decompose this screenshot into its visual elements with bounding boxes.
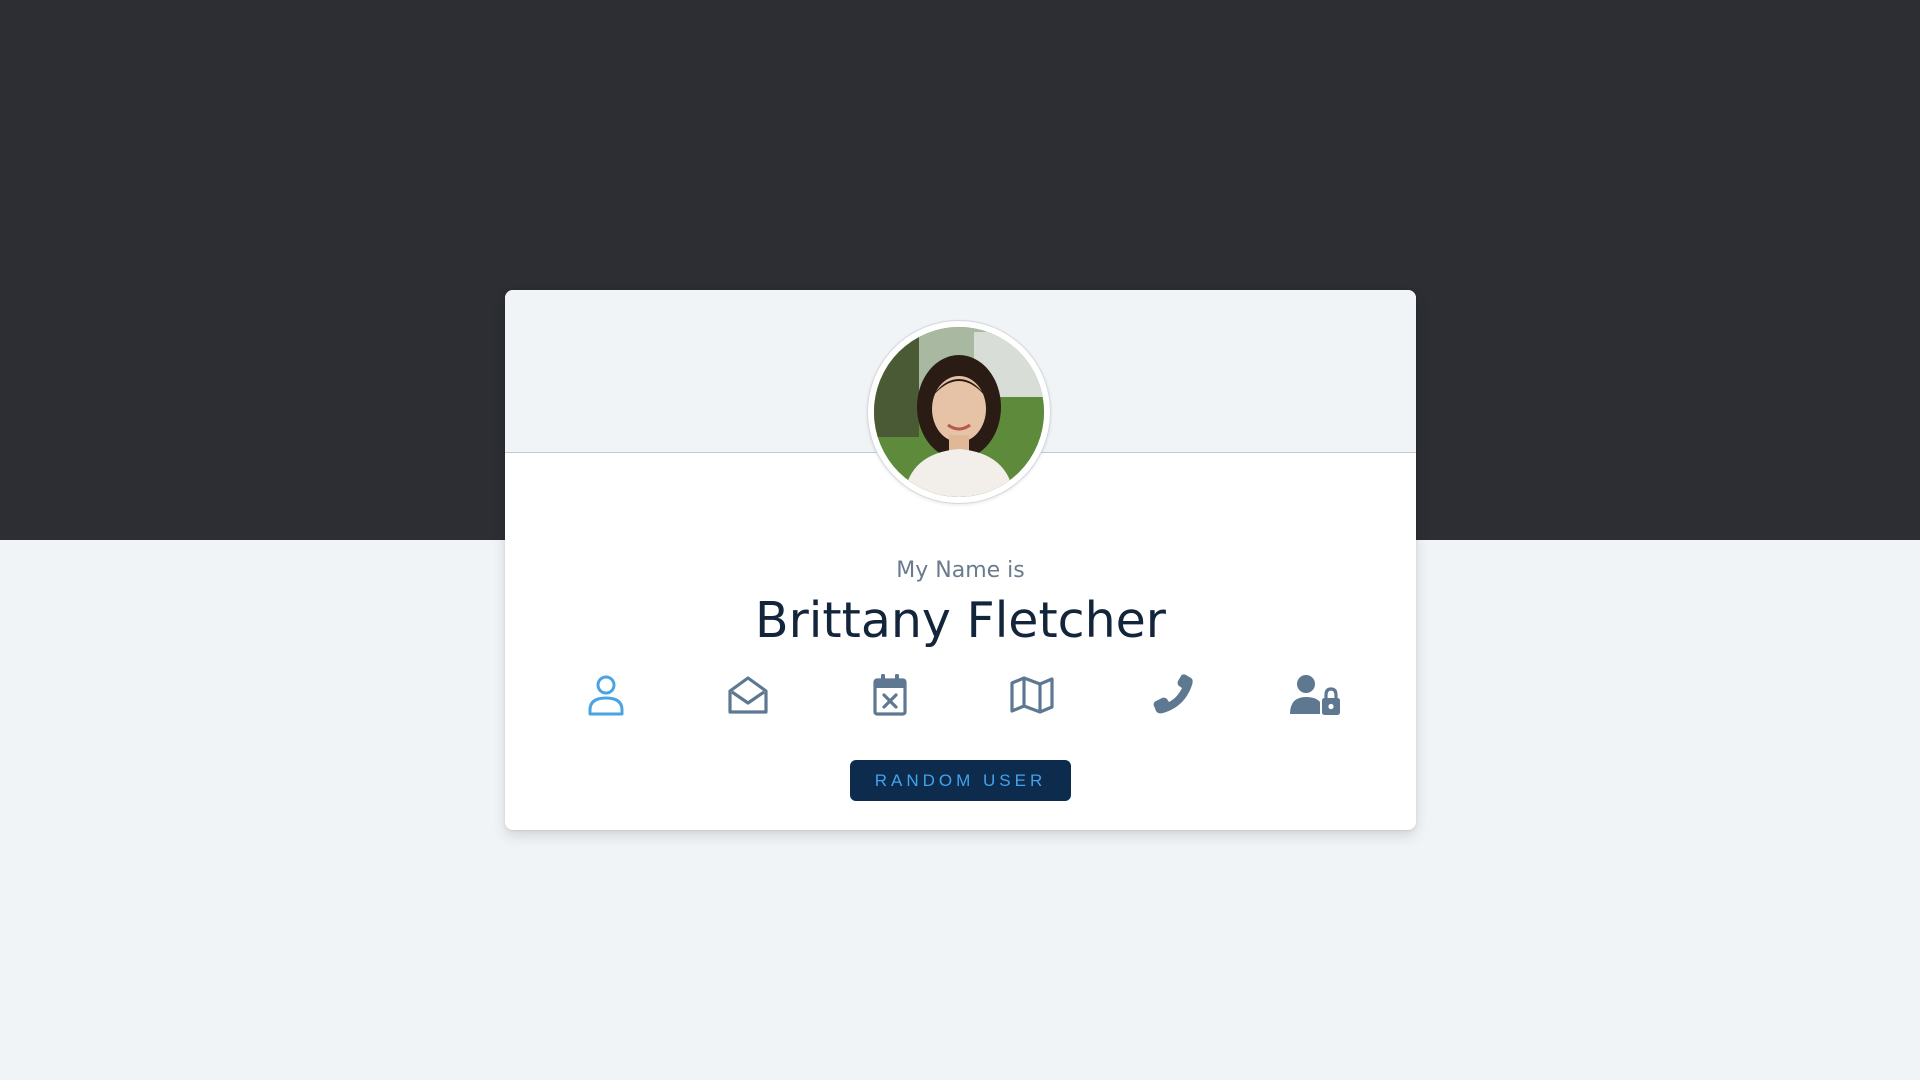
tab-password[interactable] [1288,670,1344,720]
user-icon [588,675,624,716]
user-lock-icon [1290,675,1340,715]
calendar-x-icon [873,674,907,716]
page: My Name is Brittany Fletcher RANDOM USER [0,0,1920,1080]
icon-tabs [505,670,1416,720]
avatar-photo [874,327,1044,497]
tab-location[interactable] [1004,670,1060,720]
phone-icon [1153,674,1193,714]
info-value: Brittany Fletcher [755,592,1166,649]
tab-birthday[interactable] [862,670,918,720]
tab-email[interactable] [720,670,776,720]
tab-name[interactable] [578,670,634,720]
info-label: My Name is [896,558,1025,583]
avatar [867,320,1051,504]
action-area: RANDOM USER [505,760,1416,801]
user-card: My Name is Brittany Fletcher RANDOM USER [505,290,1416,830]
random-user-button[interactable]: RANDOM USER [850,760,1071,801]
tab-phone[interactable] [1146,670,1202,720]
map-icon [1010,676,1054,714]
envelope-open-icon [728,676,768,714]
